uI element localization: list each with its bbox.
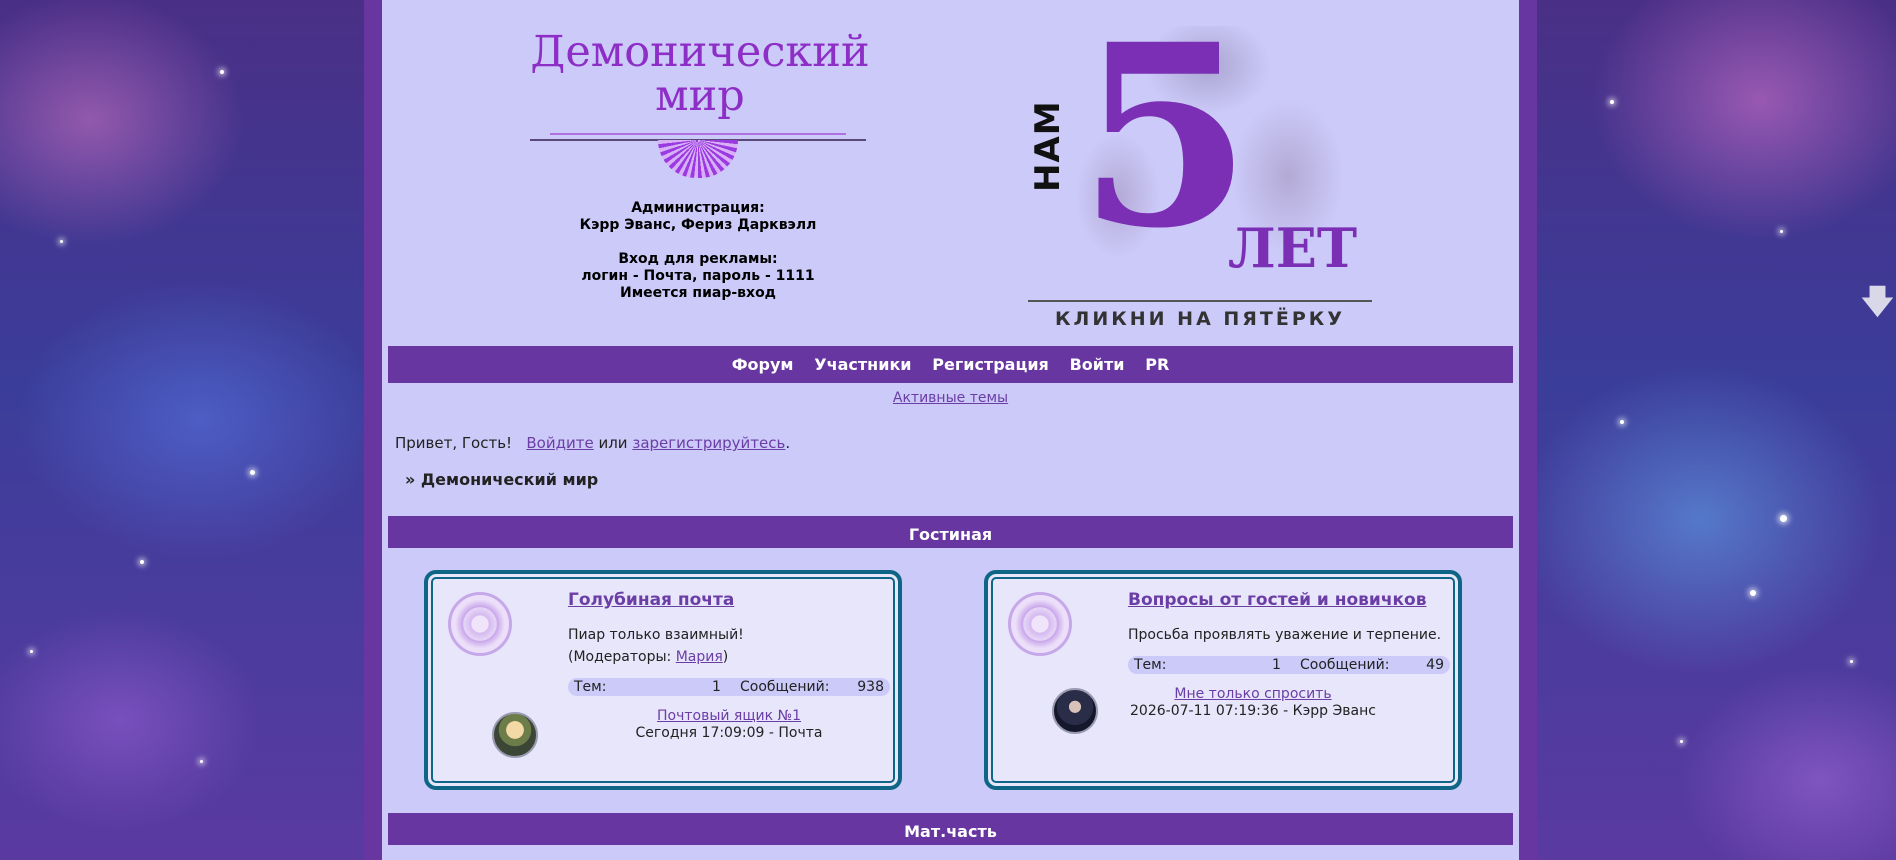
posts-label: Сообщений: <box>740 679 830 695</box>
posts-count: 938 <box>857 679 884 695</box>
nav-pr[interactable]: PR <box>1145 355 1169 374</box>
last-poster-avatar[interactable] <box>1052 688 1098 734</box>
forum-stats: Тем: 1 Сообщений: 49 <box>1128 656 1450 674</box>
last-post: Мне только спросить 2026-07-11 07:19:36 … <box>1128 686 1378 720</box>
topics-label: Тем: <box>574 679 607 695</box>
forum-title[interactable]: Вопросы от гостей и новичков <box>1128 590 1426 610</box>
greeting-suffix: . <box>785 434 791 452</box>
forum-card: Вопросы от гостей и новичков Просьба про… <box>984 570 1462 790</box>
banner-let: ЛЕТ <box>1228 216 1358 280</box>
nav-members[interactable]: Участники <box>814 355 911 374</box>
logo-title: Демонический мир <box>520 30 880 118</box>
active-topics: Активные темы <box>382 390 1519 406</box>
topics-label: Тем: <box>1134 657 1167 673</box>
forum-frame: Демонический мир Администрация: Кэрр Эва… <box>364 0 1537 860</box>
banner-number: 5 <box>1078 0 1252 283</box>
logo-line-1: Демонический <box>530 27 870 77</box>
banner-nam: НАМ <box>1028 100 1068 192</box>
greeting-text: Привет, Гость! <box>395 434 513 452</box>
register-link[interactable]: зарегистрируйтесь <box>632 434 785 452</box>
forum-title[interactable]: Голубиная почта <box>568 590 734 610</box>
greeting: Привет, Гость! Войдите или зарегистрируй… <box>395 434 790 452</box>
topics-count: 1 <box>1272 657 1281 673</box>
forum-description: Просьба проявлять уважение и терпение. <box>1128 624 1441 646</box>
moderators-close: ) <box>722 649 729 665</box>
ad-login-credentials: логин - Почта, пароль - 1111 <box>581 268 815 284</box>
moderator-link[interactable]: Мария <box>676 649 723 665</box>
last-post-link[interactable]: Почтовый ящик №1 <box>657 708 801 724</box>
moderators-label: (Модераторы: <box>568 649 676 665</box>
logo-ornament-line <box>550 133 846 135</box>
banner-subtitle: КЛИКНИ НА ПЯТЁРКУ <box>1055 308 1345 330</box>
section-title[interactable]: Гостиная <box>388 516 1513 548</box>
admin-info: Администрация: Кэрр Эванс, Фериз Дарквэл… <box>530 200 866 302</box>
last-post-link[interactable]: Мне только спросить <box>1174 686 1331 702</box>
forum-moderators: (Модераторы: Мария) <box>568 646 744 668</box>
ad-login-heading: Вход для рекламы: <box>618 251 778 267</box>
login-link[interactable]: Войдите <box>526 434 593 452</box>
arrow-down-icon[interactable]: 🡇 <box>1860 284 1895 320</box>
admin-names: Кэрр Эванс, Фериз Дарквэлл <box>579 217 817 233</box>
forum-description-text: Просьба проявлять уважение и терпение. <box>1128 627 1442 643</box>
forum-emblem-icon <box>1008 592 1072 656</box>
banner-rule <box>1028 300 1372 302</box>
last-post-info: 2026-07-11 07:19:36 - Кэрр Эванс <box>1130 703 1376 719</box>
forum-emblem-icon <box>448 592 512 656</box>
nav-register[interactable]: Регистрация <box>932 355 1049 374</box>
forum-stats: Тем: 1 Сообщений: 938 <box>568 678 890 696</box>
topics-count: 1 <box>712 679 721 695</box>
nav-login[interactable]: Войти <box>1070 355 1125 374</box>
logo-line-2: мир <box>655 71 745 121</box>
forum-content: Демонический мир Администрация: Кэрр Эва… <box>382 0 1519 860</box>
posts-count: 49 <box>1426 657 1444 673</box>
anniversary-banner[interactable]: 5 НАМ ЛЕТ КЛИКНИ НА ПЯТЁРКУ <box>1028 0 1398 332</box>
last-poster-avatar[interactable] <box>492 712 538 758</box>
admin-heading: Администрация: <box>631 200 765 216</box>
forum-description-text: Пиар только взаимный! <box>568 627 744 643</box>
forum-card: Голубиная почта Пиар только взаимный! (М… <box>424 570 902 790</box>
breadcrumb[interactable]: » Демонический мир <box>405 470 598 489</box>
main-nav: Форум Участники Регистрация Войти PR <box>388 346 1513 383</box>
admin-spacer <box>530 234 866 251</box>
posts-label: Сообщений: <box>1300 657 1390 673</box>
last-post-info: Сегодня 17:09:09 - Почта <box>635 725 823 741</box>
pr-login-note: Имеется пиар-вход <box>619 285 776 301</box>
logo-fan-ornament <box>658 140 738 178</box>
greeting-or: или <box>598 434 628 452</box>
section-title[interactable]: Мат.часть <box>388 813 1513 845</box>
forum-description: Пиар только взаимный! (Модераторы: Мария… <box>568 624 744 668</box>
active-topics-link[interactable]: Активные темы <box>893 390 1008 406</box>
nav-forum[interactable]: Форум <box>732 355 794 374</box>
last-post: Почтовый ящик №1 Сегодня 17:09:09 - Почт… <box>568 708 890 742</box>
